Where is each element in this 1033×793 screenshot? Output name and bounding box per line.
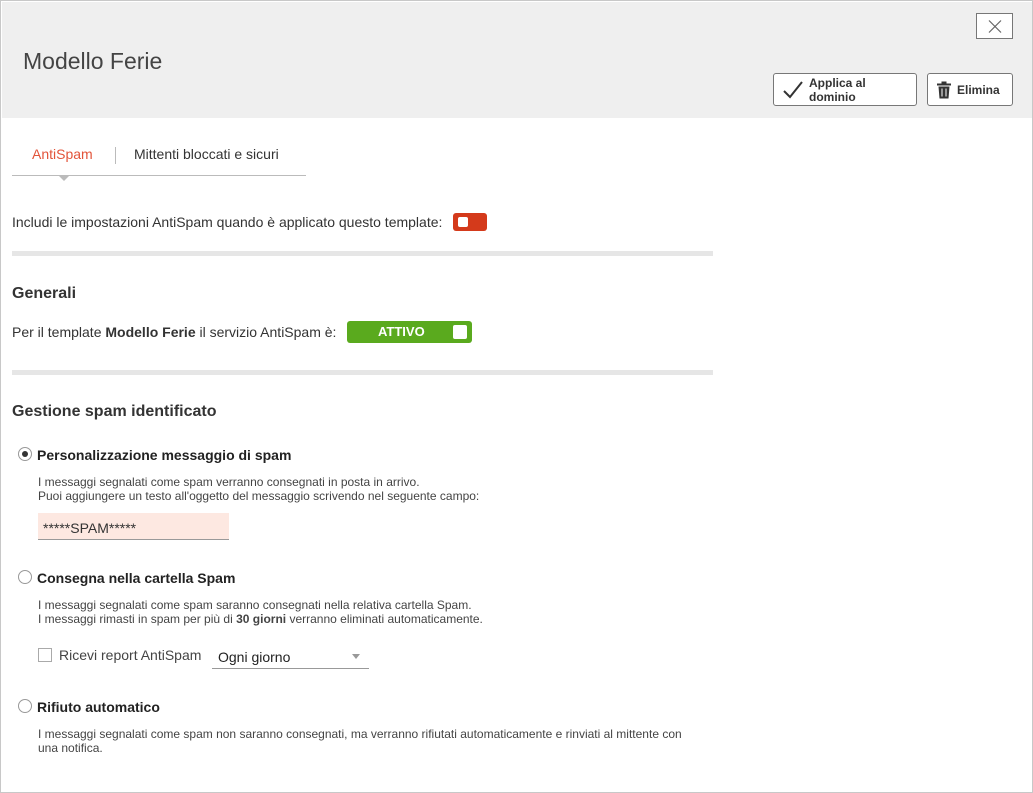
radio-custom-spam-message[interactable]: [18, 447, 32, 461]
trash-icon: [937, 81, 951, 99]
radio-custom-spam-message-label[interactable]: Personalizzazione messaggio di spam: [37, 447, 291, 463]
page-title: Modello Ferie: [23, 48, 163, 74]
antispam-report-label[interactable]: Ricevi report AntiSpam: [59, 647, 201, 663]
spam-subject-input[interactable]: [38, 513, 229, 540]
spam-handling-section-title: Gestione spam identificato: [12, 403, 217, 420]
section-divider: [12, 370, 713, 375]
radio-auto-reject-label[interactable]: Rifiuto automatico: [37, 699, 160, 715]
checkmark-icon: [783, 80, 803, 99]
report-frequency-value: Ogni giorno: [218, 649, 291, 665]
close-icon: [988, 20, 1002, 33]
chevron-down-icon: [352, 654, 360, 659]
report-frequency-select[interactable]: Ogni giorno: [212, 644, 369, 669]
deliver-spam-folder-description: I messaggi segnalati come spam saranno c…: [38, 598, 483, 626]
apply-to-domain-label: Applica al dominio: [809, 75, 866, 104]
custom-spam-message-description: I messaggi segnalati come spam verranno …: [38, 475, 480, 503]
tab-bar: AntiSpam Mittenti bloccati e sicuri: [12, 137, 306, 181]
close-button[interactable]: [976, 13, 1013, 39]
toggle-knob: [458, 217, 468, 227]
radio-auto-reject[interactable]: [18, 699, 32, 713]
radio-deliver-spam-folder-label[interactable]: Consegna nella cartella Spam: [37, 570, 235, 586]
apply-to-domain-button[interactable]: Applica al dominio: [773, 73, 917, 106]
general-section-title: Generali: [12, 285, 77, 302]
auto-reject-description: I messaggi segnalati come spam non saran…: [38, 727, 682, 755]
include-settings-label: Includi le impostazioni AntiSpam quando …: [12, 214, 443, 230]
tab-separator: [115, 147, 116, 164]
antispam-status-label: ATTIVO: [378, 324, 425, 339]
delete-button[interactable]: Elimina: [927, 73, 1013, 106]
section-divider: [12, 251, 713, 256]
antispam-report-checkbox[interactable]: [38, 648, 52, 662]
template-dialog: Modello Ferie Applica al dominio Elimina…: [0, 0, 1033, 793]
antispam-status-text: Per il template Modello Ferie il servizi…: [12, 324, 337, 340]
antispam-service-toggle[interactable]: ATTIVO: [347, 321, 472, 343]
radio-deliver-spam-folder[interactable]: [18, 570, 32, 584]
delete-label: Elimina: [957, 82, 1000, 97]
tab-blocked-safe-senders[interactable]: Mittenti bloccati e sicuri: [134, 146, 279, 162]
dialog-header: Modello Ferie Applica al dominio Elimina: [2, 2, 1032, 118]
active-tab-caret: [58, 175, 70, 181]
include-settings-toggle[interactable]: [453, 213, 487, 231]
toggle-knob: [453, 325, 467, 339]
template-name: Modello Ferie: [105, 324, 196, 340]
tab-antispam[interactable]: AntiSpam: [32, 146, 93, 162]
